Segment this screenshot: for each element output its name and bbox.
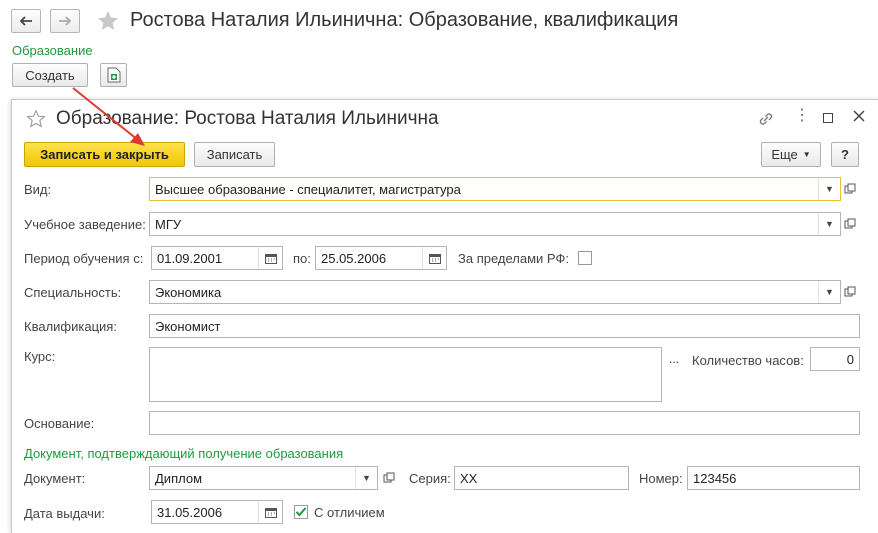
issue-date-field[interactable]: 31.05.2006 (151, 500, 283, 524)
add-document-icon (107, 67, 120, 83)
number-label: Номер: (639, 471, 683, 486)
education-dialog: Образование: Ростова Наталия Ильинична ⋮… (11, 99, 878, 533)
document-value: Диплом (155, 470, 203, 486)
period-from-field[interactable]: 01.09.2001 (151, 246, 283, 270)
basis-label: Основание: (24, 416, 95, 431)
institution-dropdown-icon[interactable]: ▼ (818, 213, 840, 235)
type-open-icon[interactable] (840, 177, 860, 201)
qualification-label: Квалификация: (24, 319, 117, 334)
document-section-title: Документ, подтверждающий получение образ… (24, 446, 344, 461)
number-field[interactable]: 123456 (687, 466, 860, 490)
create-button[interactable]: Создать (12, 63, 88, 87)
specialty-label: Специальность: (24, 285, 122, 300)
specialty-dropdown-icon[interactable]: ▼ (818, 281, 840, 303)
basis-field[interactable] (149, 411, 860, 435)
hours-label: Количество часов: (692, 353, 804, 368)
hours-field[interactable]: 0 (810, 347, 860, 371)
more-options-icon[interactable]: ⋮ (794, 108, 810, 124)
issue-date-value: 31.05.2006 (157, 504, 223, 520)
institution-field[interactable]: МГУ ▼ (149, 212, 841, 236)
series-value: ХХ (460, 470, 478, 486)
arrow-right-icon (59, 16, 72, 26)
course-field[interactable] (149, 347, 662, 402)
type-field[interactable]: Высшее образование - специалитет, магист… (149, 177, 841, 201)
type-value: Высшее образование - специалитет, магист… (155, 181, 461, 197)
section-link-education[interactable]: Образование (12, 43, 93, 58)
arrow-left-icon (19, 16, 32, 26)
period-to-label: по: (293, 251, 311, 266)
checkmark-icon (295, 507, 307, 517)
maximize-icon[interactable] (823, 113, 833, 123)
period-to-value: 25.05.2006 (321, 250, 387, 266)
document-open-icon[interactable] (379, 466, 399, 490)
dialog-title: Образование: Ростова Наталия Ильинична (56, 108, 439, 129)
period-to-field[interactable]: 25.05.2006 (315, 246, 447, 270)
specialty-field[interactable]: Экономика ▼ (149, 280, 841, 304)
dialog-favorite-star-icon[interactable] (26, 109, 46, 129)
document-dropdown-icon[interactable]: ▼ (355, 467, 377, 489)
specialty-open-icon[interactable] (840, 280, 860, 304)
period-from-label: Период обучения с: (24, 251, 144, 266)
save-button[interactable]: Записать (194, 142, 275, 167)
hours-value: 0 (846, 351, 854, 367)
institution-label: Учебное заведение: (24, 217, 146, 232)
series-label: Серия: (409, 471, 451, 486)
series-field[interactable]: ХХ (454, 466, 629, 490)
honors-label: С отличием (314, 505, 385, 520)
institution-open-icon[interactable] (840, 212, 860, 236)
calendar-icon[interactable] (422, 247, 446, 269)
qualification-value: Экономист (155, 318, 221, 334)
link-icon[interactable] (757, 110, 775, 131)
chevron-down-icon: ▼ (802, 150, 811, 159)
back-button[interactable] (11, 9, 41, 33)
period-from-value: 01.09.2001 (157, 250, 223, 266)
document-field[interactable]: Диплом ▼ (149, 466, 378, 490)
more-button[interactable]: Еще ▼ (761, 142, 821, 167)
save-and-close-button[interactable]: Записать и закрыть (24, 142, 185, 167)
specialty-value: Экономика (155, 284, 222, 300)
course-label: Курс: (24, 349, 56, 364)
issue-date-label: Дата выдачи: (24, 506, 105, 521)
number-value: 123456 (693, 470, 737, 486)
add-document-button[interactable] (100, 63, 127, 87)
institution-value: МГУ (155, 216, 182, 232)
type-label: Вид: (24, 182, 52, 197)
course-select-button[interactable]: ... (663, 347, 685, 371)
honors-checkbox[interactable] (294, 505, 308, 519)
calendar-icon[interactable] (258, 247, 282, 269)
window-title: Ростова Наталия Ильинична: Образование, … (130, 9, 679, 31)
more-label: Еще (771, 147, 798, 162)
type-dropdown-icon[interactable]: ▼ (818, 178, 840, 200)
abroad-checkbox[interactable] (578, 251, 592, 265)
document-label: Документ: (24, 471, 86, 486)
close-icon[interactable] (852, 109, 866, 126)
favorite-star-icon[interactable] (96, 9, 120, 33)
help-button[interactable]: ? (831, 142, 859, 167)
calendar-icon[interactable] (258, 501, 282, 523)
qualification-field[interactable]: Экономист (149, 314, 860, 338)
abroad-label: За пределами РФ: (458, 251, 569, 266)
forward-button[interactable] (50, 9, 80, 33)
